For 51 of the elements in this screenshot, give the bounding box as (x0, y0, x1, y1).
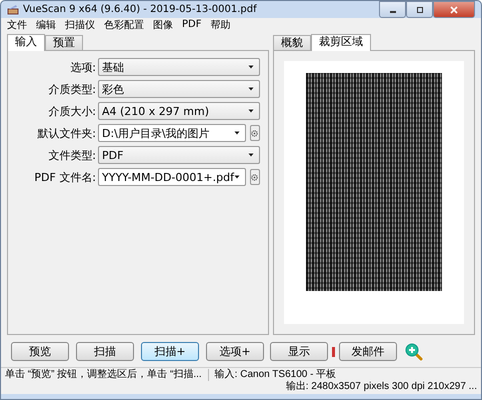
window-title: VueScan 9 x64 (9.6.40) - 2019-05-13-0001.pdf (23, 4, 258, 15)
minimize-button[interactable] (379, 1, 406, 18)
button[interactable]: 选项+ (206, 342, 264, 361)
field-label: 选项: (69, 60, 96, 74)
bar-marker-icon (332, 346, 335, 356)
field-label: 介质大小: (47, 104, 96, 118)
tab[interactable]: 输入 (7, 34, 45, 51)
button[interactable]: 显示 (270, 342, 328, 361)
tab[interactable]: 裁剪区域 (311, 34, 371, 51)
field-label: 文件类型: (47, 148, 96, 162)
status-text: 单击 “预览” 按钮，调整选区后，单击 “扫描... (5, 369, 209, 381)
dropdown[interactable]: 基础 (98, 58, 260, 76)
button[interactable]: 预览 (11, 342, 69, 361)
maximize-icon (414, 6, 424, 14)
menu-item[interactable]: 色彩配置 (104, 18, 144, 32)
browse-button[interactable] (250, 169, 260, 185)
close-button[interactable] (433, 1, 475, 18)
field-label: 默认文件夹: (36, 126, 96, 140)
dropdown[interactable]: A4 (210 x 297 mm) (98, 102, 260, 120)
button[interactable]: 发邮件 (339, 342, 397, 361)
browse-button[interactable] (250, 125, 260, 141)
status-text: 输入: Canon TS6100 - 平板 (214, 369, 338, 380)
scanner-icon (7, 4, 19, 16)
tab[interactable]: 预置 (45, 35, 83, 50)
menu-item[interactable]: 帮助 (210, 18, 230, 32)
button[interactable]: 扫描 (76, 342, 134, 361)
maximize-button[interactable] (406, 1, 433, 18)
menu-item[interactable]: PDF (182, 19, 202, 30)
field-label: 介质类型: (47, 82, 96, 96)
caret-icon (248, 87, 254, 91)
caret-icon (248, 109, 254, 113)
tab[interactable]: 概貌 (273, 35, 311, 50)
caret-icon (234, 175, 240, 179)
caret-icon (248, 65, 254, 69)
button[interactable]: 扫描+ (141, 342, 199, 361)
combo-box[interactable]: YYYY-MM-DD-0001+.pdf (98, 168, 246, 186)
menu-item[interactable]: 编辑 (36, 18, 56, 32)
caret-icon (234, 131, 240, 135)
menu-item[interactable]: 扫描仪 (65, 18, 95, 32)
close-icon (449, 6, 459, 14)
dropdown[interactable]: 彩色 (98, 80, 260, 98)
menu-item[interactable]: 文件 (7, 18, 27, 32)
status-text: 输出: 2480x3507 pixels 300 dpi 210x297 ... (284, 381, 477, 393)
dropdown[interactable]: PDF (98, 146, 260, 164)
combo-box[interactable]: D:\用户目录\我的图片 (98, 124, 246, 142)
menu-item[interactable]: 图像 (153, 18, 173, 32)
caret-icon (248, 153, 254, 157)
field-label: PDF 文件名: (33, 170, 96, 184)
zoom-in-icon[interactable] (405, 342, 423, 360)
gear-icon (251, 174, 258, 180)
gear-icon (251, 130, 258, 136)
